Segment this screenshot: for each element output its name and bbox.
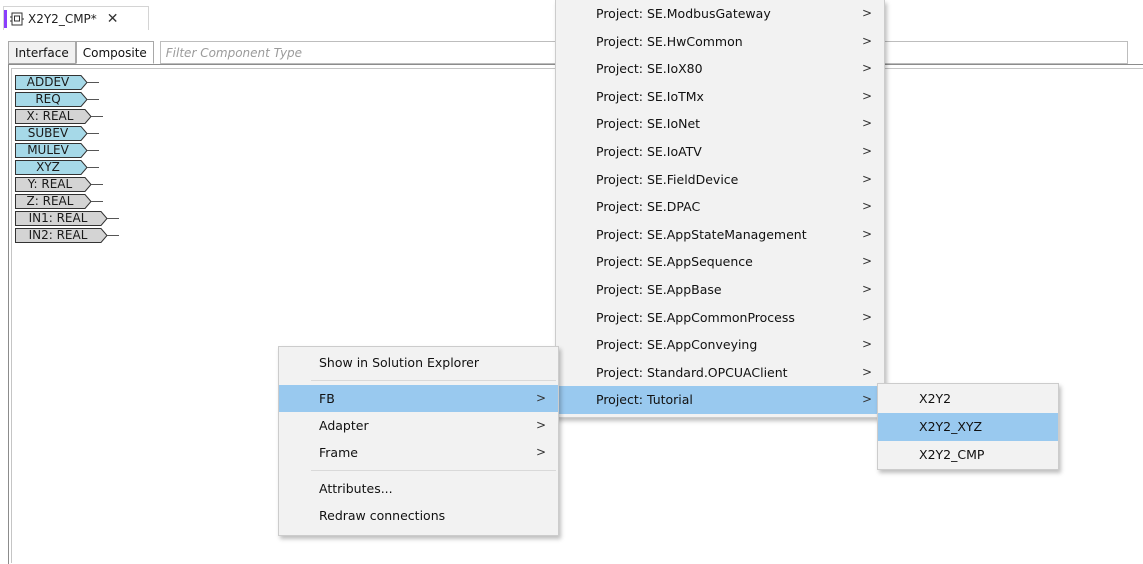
menu-item-project[interactable]: Project: SE.FieldDevice > xyxy=(556,166,884,194)
menu-item-project[interactable]: Project: SE.IoATV > xyxy=(556,138,884,166)
close-icon[interactable]: ✕ xyxy=(107,11,119,27)
menu-item-label: Project: SE.AppConveying xyxy=(596,337,758,353)
menu-item-label: Project: SE.AppCommonProcess xyxy=(596,309,795,325)
interface-pin-label: IN1: REAL xyxy=(28,211,88,225)
context-menu: Show in Solution Explorer FB > Adapter > Fram… xyxy=(278,346,559,536)
chevron-right-icon: > xyxy=(861,281,872,296)
interface-pin[interactable]: REQ xyxy=(15,92,121,107)
chevron-right-icon: > xyxy=(535,445,546,459)
interface-pin[interactable]: Z: REAL xyxy=(15,194,121,209)
menu-item-label: Project: SE.AppStateManagement xyxy=(596,226,807,242)
chevron-right-icon: > xyxy=(861,254,872,269)
menu-item-project[interactable]: Project: SE.AppCommonProcess > xyxy=(556,304,884,332)
menu-item-label: Project: SE.IoNet xyxy=(596,116,701,132)
tab-accent-bar xyxy=(4,9,7,28)
menu-item-project[interactable]: Project: Standard.OPCUAClient > xyxy=(556,359,884,387)
interface-pin-label: SUBEV xyxy=(27,126,69,140)
chevron-right-icon: > xyxy=(861,143,872,158)
interface-pin[interactable]: XYZ xyxy=(15,160,121,175)
editor-tab-title: X2Y2_CMP* xyxy=(28,11,97,26)
chevron-right-icon: > xyxy=(861,6,872,20)
chevron-right-icon: > xyxy=(861,33,872,48)
interface-pin-label: REQ xyxy=(35,92,61,106)
menu-item-project[interactable]: Project: SE.DPAC > xyxy=(556,193,884,221)
tab-composite[interactable]: Composite xyxy=(75,41,154,64)
chevron-right-icon: > xyxy=(535,391,546,405)
menu-item-label: Project: SE.IoATV xyxy=(596,143,702,159)
menu-item-label: X2Y2_CMP xyxy=(919,447,985,462)
interface-pin[interactable]: X: REAL xyxy=(15,109,121,124)
menu-item-label: Frame xyxy=(319,445,358,460)
menu-item-attributes[interactable]: Attributes... xyxy=(279,475,558,502)
interface-pin-label: Y: REAL xyxy=(27,177,73,191)
project-submenu: Project: SE.ModbusGateway > Project: SE.Hw… xyxy=(555,0,885,418)
composite-fb-icon xyxy=(10,12,24,26)
menu-item-label: Project: Tutorial xyxy=(596,392,693,408)
menu-item-show-in-solution-explorer[interactable]: Show in Solution Explorer xyxy=(279,349,558,376)
interface-pin[interactable]: Y: REAL xyxy=(15,177,121,192)
chevron-right-icon: > xyxy=(861,337,872,352)
chevron-right-icon: > xyxy=(861,364,872,379)
menu-item-redraw-connections[interactable]: Redraw connections xyxy=(279,502,558,529)
menu-item-project[interactable]: Project: SE.AppSequence > xyxy=(556,248,884,276)
tab-interface[interactable]: Interface xyxy=(8,41,76,64)
menu-item-label: Project: Standard.OPCUAClient xyxy=(596,364,788,380)
menu-item-project[interactable]: Project: SE.AppBase > xyxy=(556,276,884,304)
interface-pin-label: XYZ xyxy=(36,160,60,174)
chevron-right-icon: > xyxy=(535,418,546,432)
menu-item-fb-type[interactable]: X2Y2_CMP xyxy=(878,441,1058,469)
menu-item-fb[interactable]: FB > xyxy=(279,385,558,412)
editor-tab-x2y2-cmp[interactable]: X2Y2_CMP* ✕ xyxy=(3,6,149,30)
menu-item-project[interactable]: Project: SE.AppStateManagement > xyxy=(556,221,884,249)
chevron-right-icon: > xyxy=(861,88,872,103)
tutorial-fb-submenu: X2Y2 X2Y2_XYZ X2Y2_CMP xyxy=(877,383,1059,470)
menu-item-label: Attributes... xyxy=(319,481,393,496)
menu-item-project[interactable]: Project: SE.IoX80 > xyxy=(556,55,884,83)
menu-item-label: Project: SE.AppSequence xyxy=(596,254,753,270)
menu-item-project[interactable]: Project: SE.HwCommon > xyxy=(556,28,884,56)
chevron-right-icon: > xyxy=(861,61,872,76)
chevron-right-icon: > xyxy=(861,392,872,407)
interface-pin-label: MULEV xyxy=(27,143,69,157)
menu-item-label: X2Y2 xyxy=(919,391,952,406)
menu-item-label: Redraw connections xyxy=(319,508,446,523)
menu-item-label: X2Y2_XYZ xyxy=(919,419,983,434)
menu-item-project[interactable]: Project: SE.IoTMx > xyxy=(556,83,884,111)
menu-item-project[interactable]: Project: SE.ModbusGateway > xyxy=(556,0,884,28)
menu-item-project[interactable]: Project: Tutorial > xyxy=(556,386,884,414)
menu-item-adapter[interactable]: Adapter > xyxy=(279,412,558,439)
menu-separator xyxy=(311,380,556,381)
chevron-right-icon: > xyxy=(861,199,872,214)
menu-item-label: Project: SE.AppBase xyxy=(596,281,722,297)
interface-pin[interactable]: SUBEV xyxy=(15,126,121,141)
interface-pin-label: X: REAL xyxy=(26,109,74,123)
chevron-right-icon: > xyxy=(861,171,872,186)
menu-item-fb-type[interactable]: X2Y2_XYZ xyxy=(878,413,1058,441)
menu-item-label: Adapter xyxy=(319,418,369,433)
chevron-right-icon: > xyxy=(861,116,872,131)
interface-pin-label: Z: REAL xyxy=(26,194,74,208)
interface-pin[interactable]: MULEV xyxy=(15,143,121,158)
interface-pin-label: ADDEV xyxy=(26,75,70,89)
menu-item-frame[interactable]: Frame > xyxy=(279,439,558,466)
menu-item-label: Project: SE.IoX80 xyxy=(596,61,703,77)
interface-pin-label: IN2: REAL xyxy=(28,228,88,242)
menu-item-fb-type[interactable]: X2Y2 xyxy=(878,385,1058,413)
menu-item-label: Project: SE.IoTMx xyxy=(596,88,704,104)
menu-separator xyxy=(311,470,556,471)
menu-item-label: Project: SE.HwCommon xyxy=(596,33,743,49)
menu-item-project[interactable]: Project: SE.IoNet > xyxy=(556,110,884,138)
interface-pins-list: ADDEV REQ X: REAL SUBEV MULEV XYZ Y: REAL Z: RE… xyxy=(15,75,121,245)
chevron-right-icon: > xyxy=(861,309,872,324)
interface-pin[interactable]: IN2: REAL xyxy=(15,228,121,243)
menu-item-project[interactable]: Project: SE.AppConveying > xyxy=(556,331,884,359)
menu-item-label: Project: SE.FieldDevice xyxy=(596,171,739,187)
menu-item-label: Project: SE.DPAC xyxy=(596,199,701,215)
menu-item-label: FB xyxy=(319,391,335,406)
interface-pin[interactable]: ADDEV xyxy=(15,75,121,90)
interface-pin[interactable]: IN1: REAL xyxy=(15,211,121,226)
chevron-right-icon: > xyxy=(861,226,872,241)
menu-item-label: Project: SE.ModbusGateway xyxy=(596,6,771,21)
menu-item-label: Show in Solution Explorer xyxy=(319,355,480,370)
